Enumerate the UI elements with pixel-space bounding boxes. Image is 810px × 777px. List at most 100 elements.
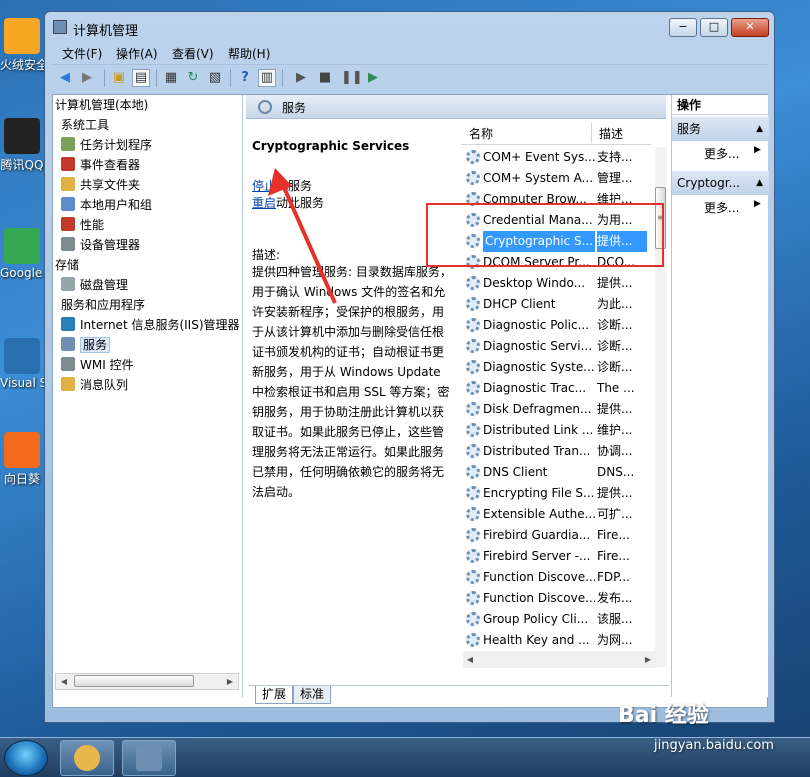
service-row[interactable]: Group Policy Cli... 该服...: [461, 609, 651, 630]
tree-item[interactable]: 事件查看器: [61, 155, 140, 175]
show-action-pane-icon[interactable]: ▥: [258, 69, 276, 87]
service-name: Encrypting File S...: [483, 486, 595, 500]
service-row[interactable]: Diagnostic Polic... 诊断...: [461, 315, 651, 336]
desktop-icon[interactable]: 火绒安全: [0, 18, 44, 73]
list-header: 名称 ˄ 描述: [461, 121, 651, 145]
service-row[interactable]: Diagnostic Syste... 诊断...: [461, 357, 651, 378]
actions-group-label: Cryptogr...: [677, 176, 740, 190]
tree-item[interactable]: 服务: [61, 335, 111, 355]
scroll-left-icon[interactable]: ◀: [463, 651, 477, 668]
forward-arrow-icon[interactable]: ▶: [78, 69, 96, 87]
show-hide-tree-icon[interactable]: ▤: [132, 69, 150, 87]
service-row[interactable]: Health Key and ... 为网...: [461, 630, 651, 651]
restart-service-link[interactable]: 重启: [252, 196, 276, 210]
tree-horizontal-scrollbar[interactable]: ◀ ▶: [55, 673, 239, 690]
desktop-icon[interactable]: 向日葵: [0, 432, 44, 487]
stop-service-link[interactable]: 停止: [252, 179, 276, 193]
tree-item[interactable]: 计算机管理(本地): [55, 95, 148, 115]
list-horizontal-scrollbar[interactable]: ◀ ▶: [463, 651, 657, 668]
service-row[interactable]: COM+ Event Sys... 支持...: [461, 147, 651, 168]
export-list-icon[interactable]: ▦: [162, 69, 180, 87]
properties-icon[interactable]: ▧: [206, 69, 224, 87]
tab-extended[interactable]: 扩展: [255, 686, 294, 704]
service-row[interactable]: Diagnostic Trac... The ...: [461, 378, 651, 399]
gear-icon: [466, 381, 480, 395]
service-name: Distributed Link ...: [483, 423, 594, 437]
menu-view[interactable]: 查看(V): [172, 45, 214, 62]
tree-item[interactable]: Internet 信息服务(IIS)管理器: [61, 315, 240, 335]
pause-service-icon[interactable]: ❚❚: [340, 69, 363, 87]
taskbar-item-qq[interactable]: [60, 740, 114, 776]
more-actions-link[interactable]: 更多... ▶: [704, 145, 761, 162]
desktop-icon[interactable]: Visual Studio: [0, 338, 44, 390]
service-description-short: 可扩...: [597, 507, 633, 521]
up-folder-icon[interactable]: ▣: [110, 69, 128, 87]
desktop-icon[interactable]: 腾讯QQ: [0, 118, 44, 173]
service-row[interactable]: Distributed Link ... 维护...: [461, 420, 651, 441]
tree-item[interactable]: 设备管理器: [61, 235, 140, 255]
back-arrow-icon[interactable]: ◀: [56, 69, 74, 87]
tree-item[interactable]: 存储: [55, 255, 79, 275]
tree-item[interactable]: 服务和应用程序: [61, 295, 145, 315]
tree-item-label: 性能: [80, 218, 105, 232]
tree-item-label: 存储: [55, 258, 80, 272]
tree-item-label: 设备管理器: [80, 238, 141, 252]
start-button[interactable]: [4, 740, 48, 776]
tree-item[interactable]: WMI 控件: [61, 355, 134, 375]
service-row[interactable]: Desktop Windo... 提供...: [461, 273, 651, 294]
restart-service-icon[interactable]: ▶: [364, 69, 382, 87]
service-row[interactable]: COM+ System A... 管理...: [461, 168, 651, 189]
tree-item[interactable]: 本地用户和组: [61, 195, 152, 215]
service-row[interactable]: Diagnostic Servi... 诊断...: [461, 336, 651, 357]
tab-standard[interactable]: 标准: [293, 686, 332, 704]
service-row[interactable]: Extensible Authe... 可扩...: [461, 504, 651, 525]
service-row[interactable]: DNS Client DNS...: [461, 462, 651, 483]
actions-group-cryptographic[interactable]: Cryptogr... ▲: [672, 171, 769, 195]
menu-action[interactable]: 操作(A): [116, 45, 158, 62]
tree-item-label: 计算机管理(本地): [55, 98, 149, 112]
title-bar[interactable]: 计算机管理 − □ ✕: [45, 12, 774, 42]
service-name: Diagnostic Polic...: [483, 318, 590, 332]
taskbar-item-computer-management[interactable]: [122, 740, 176, 776]
service-row[interactable]: Firebird Guardia... Fire...: [461, 525, 651, 546]
tree-item[interactable]: 磁盘管理: [61, 275, 128, 295]
scroll-right-icon[interactable]: ▶: [222, 674, 238, 689]
gear-icon: [466, 528, 480, 542]
column-name-header[interactable]: 名称: [469, 125, 493, 142]
service-row[interactable]: Disk Defragmen... 提供...: [461, 399, 651, 420]
scroll-right-icon[interactable]: ▶: [641, 651, 655, 668]
gear-icon: [466, 276, 480, 290]
start-service-icon[interactable]: ▶: [292, 69, 310, 87]
menu-file[interactable]: 文件(F): [62, 45, 102, 62]
service-row[interactable]: DHCP Client 为此...: [461, 294, 651, 315]
service-row[interactable]: Distributed Tran... 协调...: [461, 441, 651, 462]
service-name: Diagnostic Trac...: [483, 381, 587, 395]
service-row[interactable]: Encrypting File S... 提供...: [461, 483, 651, 504]
close-button[interactable]: ✕: [731, 18, 769, 37]
stop-service-icon[interactable]: ■: [316, 69, 334, 87]
column-desc-header[interactable]: 描述: [599, 125, 623, 142]
service-row[interactable]: Firebird Server -... Fire...: [461, 546, 651, 567]
minimize-button[interactable]: −: [669, 18, 697, 37]
service-row[interactable]: Function Discove... 发布...: [461, 588, 651, 609]
chrome-icon: [4, 228, 40, 264]
tree-item[interactable]: 性能: [61, 215, 104, 235]
tree-item[interactable]: 系统工具: [61, 115, 109, 135]
scroll-thumb[interactable]: [74, 675, 194, 687]
computer-management-icon: [53, 20, 67, 34]
tree-item[interactable]: 消息队列: [61, 375, 128, 395]
tree-item[interactable]: 共享文件夹: [61, 175, 140, 195]
more-actions-link[interactable]: 更多... ▶: [704, 199, 761, 216]
service-row[interactable]: Function Discove... FDP...: [461, 567, 651, 588]
scroll-left-icon[interactable]: ◀: [56, 674, 72, 689]
window-title: 计算机管理: [73, 24, 139, 39]
tree-item[interactable]: 任务计划程序: [61, 135, 152, 155]
menu-help[interactable]: 帮助(H): [228, 45, 270, 62]
actions-group-services[interactable]: 服务 ▲: [672, 117, 769, 141]
refresh-icon[interactable]: ↻: [184, 69, 202, 87]
help-icon[interactable]: ?: [236, 69, 254, 87]
tree-item-label: 事件查看器: [80, 158, 141, 172]
desktop-icon[interactable]: Google Chrome: [0, 228, 44, 280]
maximize-button[interactable]: □: [700, 18, 728, 37]
service-description-short: 诊断...: [597, 318, 633, 332]
